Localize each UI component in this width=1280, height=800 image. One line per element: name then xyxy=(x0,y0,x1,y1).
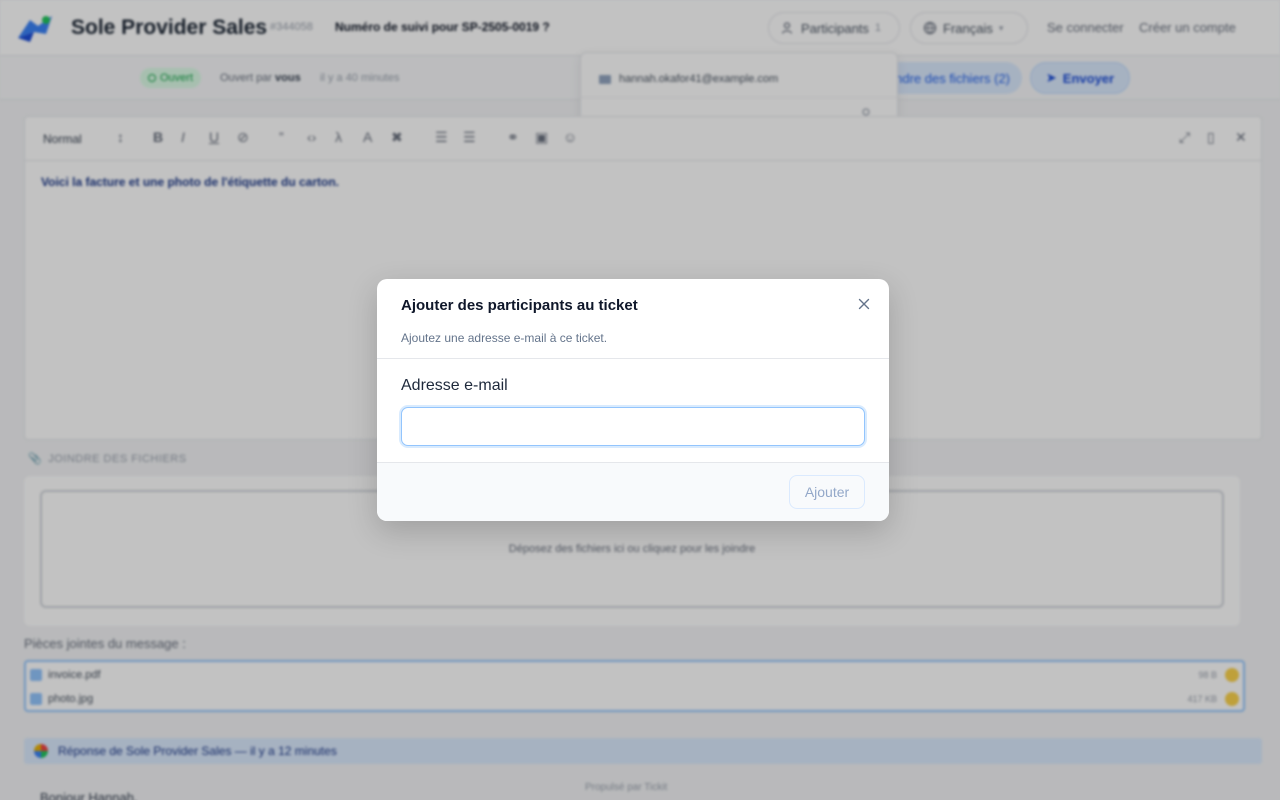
close-button[interactable] xyxy=(855,295,873,313)
modal-description: Ajoutez une adresse e-mail à ce ticket. xyxy=(401,331,608,345)
add-button[interactable]: Ajouter xyxy=(789,475,865,509)
modal-footer: Ajouter xyxy=(377,462,889,521)
modal-divider xyxy=(377,358,889,359)
email-field-label: Adresse e-mail xyxy=(401,377,508,394)
close-icon xyxy=(858,298,870,310)
modal-title: Ajouter des participants au ticket xyxy=(401,297,638,314)
add-participant-modal: Ajouter des participants au ticket Ajout… xyxy=(377,279,889,521)
email-field[interactable] xyxy=(401,407,865,446)
